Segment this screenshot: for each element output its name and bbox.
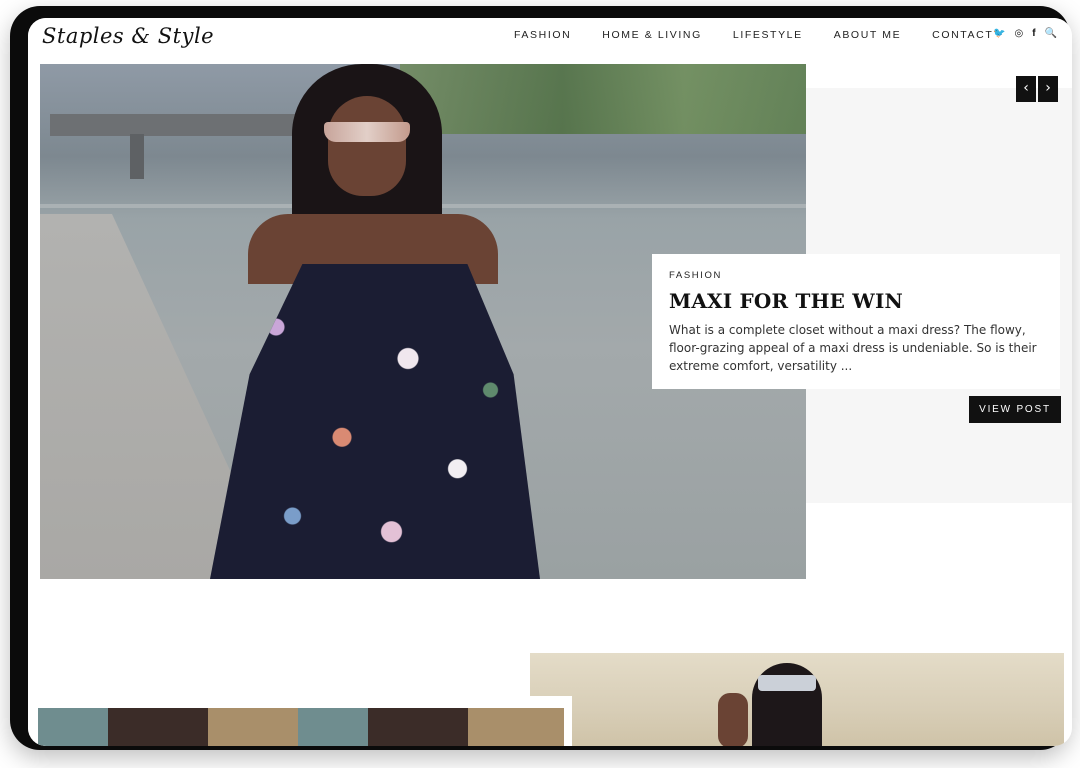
thumb-model-arm <box>718 693 748 746</box>
thumb-seg-model <box>108 708 208 746</box>
thumb-seg-model-2 <box>368 708 468 746</box>
thumb-model-sunglasses <box>758 675 816 691</box>
nav-item-lifestyle[interactable]: LIFESTYLE <box>733 29 803 41</box>
facebook-icon[interactable]: f <box>1032 27 1035 41</box>
view-post-button[interactable]: VIEW POST <box>969 396 1061 423</box>
device-frame: Staples & Style FASHION HOME & LIVING LI… <box>10 6 1072 750</box>
post-title[interactable]: MAXI FOR THE WIN <box>669 289 1044 313</box>
post-category[interactable]: FASHION <box>669 270 1044 281</box>
nav-item-about-me[interactable]: ABOUT ME <box>834 29 901 41</box>
post-thumbnail-left-frame <box>28 696 572 746</box>
thumb-seg-mural-2 <box>468 708 564 746</box>
nav-item-contact[interactable]: CONTACT <box>932 29 993 41</box>
slider-arrows: ‹ › <box>1016 76 1058 102</box>
thumb-seg-wall-2 <box>298 708 368 746</box>
site-logo[interactable]: Staples & Style <box>42 24 214 48</box>
nav-item-home-living[interactable]: HOME & LIVING <box>602 29 702 41</box>
model-sunglasses <box>324 122 410 142</box>
instagram-icon[interactable]: ◎ <box>1014 27 1023 41</box>
slider-next-button[interactable]: › <box>1038 76 1058 102</box>
nav-item-fashion[interactable]: FASHION <box>514 29 571 41</box>
featured-post-card: FASHION MAXI FOR THE WIN What is a compl… <box>652 254 1060 389</box>
thumb-seg-mural <box>208 708 298 746</box>
browser-viewport: Staples & Style FASHION HOME & LIVING LI… <box>28 18 1072 746</box>
search-icon[interactable]: 🔍 <box>1045 27 1057 41</box>
slider-prev-button[interactable]: ‹ <box>1016 76 1036 102</box>
thumb-seg-wall <box>38 708 108 746</box>
post-thumbnail-left[interactable] <box>38 708 564 746</box>
hero-model <box>200 64 540 579</box>
social-icons: 🐦 ◎ f 🔍 <box>993 27 1057 41</box>
post-thumbnail-right[interactable] <box>530 653 1064 746</box>
hero-bg-bridge-post <box>130 134 144 179</box>
model-floral-maxi-dress <box>210 264 540 579</box>
model-face <box>328 96 406 196</box>
post-excerpt: What is a complete closet without a maxi… <box>669 323 1037 373</box>
twitter-icon[interactable]: 🐦 <box>993 27 1005 41</box>
site-header: Staples & Style FASHION HOME & LIVING LI… <box>28 18 1072 64</box>
main-nav: FASHION HOME & LIVING LIFESTYLE ABOUT ME… <box>514 29 1024 41</box>
